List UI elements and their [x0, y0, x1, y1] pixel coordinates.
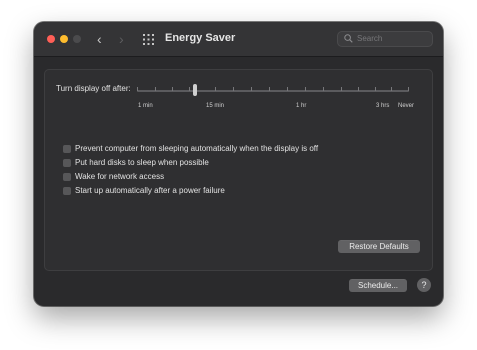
search-field[interactable]: Search — [337, 31, 433, 47]
wake-network-label: Wake for network access — [75, 172, 165, 181]
slider-tick — [189, 87, 190, 91]
hard-disk-sleep-checkbox[interactable] — [63, 159, 71, 167]
restore-defaults-button[interactable]: Restore Defaults — [338, 240, 420, 253]
wake-network-checkbox[interactable] — [63, 173, 71, 181]
slider-tick — [215, 87, 216, 91]
slider-tick — [408, 87, 409, 91]
settings-panel: Turn display off after: 1 min 15 min 1 h… — [44, 69, 433, 271]
slider-tick — [323, 87, 324, 91]
zoom-button — [73, 35, 81, 43]
slider-tick — [251, 87, 252, 91]
show-all-grid-icon[interactable] — [143, 34, 154, 45]
slider-tick — [155, 87, 156, 91]
search-placeholder: Search — [357, 34, 383, 43]
tick-label-1-min: 1 min — [138, 103, 153, 109]
forward-icon[interactable]: › — [119, 31, 124, 47]
slider-tick — [269, 87, 270, 91]
display-off-slider-knob[interactable] — [193, 84, 197, 96]
slider-tick — [391, 87, 392, 91]
tick-label-3-hrs: 3 hrs — [376, 103, 390, 109]
slider-tick — [137, 87, 138, 91]
startup-power-failure-label: Start up automatically after a power fai… — [75, 186, 225, 195]
prevent-sleep-label: Prevent computer from sleeping automatic… — [75, 144, 319, 153]
title-bar: ‹ › Energy Saver Search — [34, 22, 443, 57]
help-button[interactable]: ? — [417, 278, 431, 292]
schedule-button[interactable]: Schedule... — [349, 279, 407, 292]
tick-label-15-min: 15 min — [206, 103, 225, 109]
slider-tick — [305, 87, 306, 91]
hard-disk-sleep-label: Put hard disks to sleep when possible — [75, 158, 209, 167]
display-off-label: Turn display off after: — [56, 84, 131, 93]
slider-tick — [375, 87, 376, 91]
back-icon[interactable]: ‹ — [97, 31, 102, 47]
slider-tick — [358, 87, 359, 91]
tick-label-never: Never — [398, 103, 415, 109]
window-title: Energy Saver — [165, 32, 236, 44]
display-off-slider-track[interactable] — [137, 90, 409, 92]
startup-power-failure-checkbox[interactable] — [63, 187, 71, 195]
energy-saver-window: ‹ › Energy Saver Search Turn display off… — [34, 22, 443, 306]
slider-tick — [233, 87, 234, 91]
search-icon — [344, 34, 353, 43]
prevent-sleep-checkbox[interactable] — [63, 145, 71, 153]
slider-tick — [172, 87, 173, 91]
tick-label-1-hr: 1 hr — [296, 103, 307, 109]
slider-tick — [287, 87, 288, 91]
slider-tick — [341, 87, 342, 91]
close-button[interactable] — [47, 35, 55, 43]
minimize-button[interactable] — [60, 35, 68, 43]
